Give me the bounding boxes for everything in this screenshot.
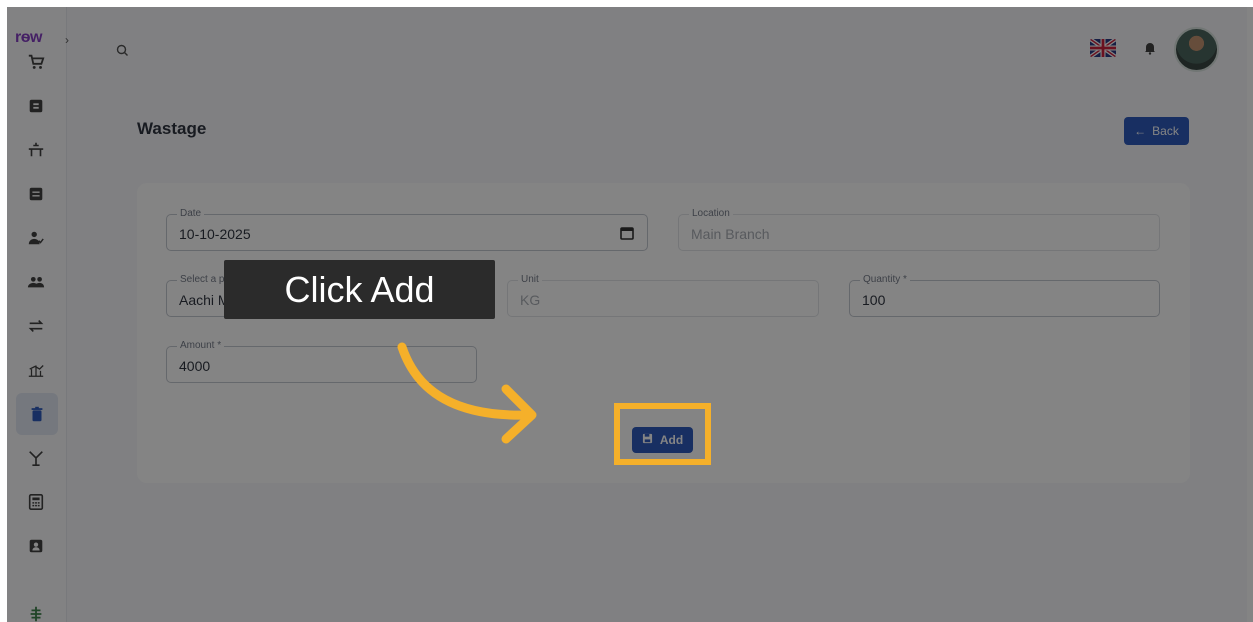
calculator-icon[interactable] <box>23 489 49 515</box>
sidebar: rѳw › <box>7 7 69 622</box>
reports-icon[interactable] <box>23 357 49 383</box>
date-value: 10-10-2025 <box>179 226 251 242</box>
add-button-label: Add <box>659 433 684 447</box>
amount-field[interactable]: Amount * 4000 <box>166 340 477 383</box>
location-field: Location Main Branch <box>678 208 1160 251</box>
calendar-icon[interactable] <box>619 225 635 241</box>
amount-value: 4000 <box>179 358 211 374</box>
inventory-icon[interactable] <box>23 181 49 207</box>
table-icon[interactable] <box>23 137 49 163</box>
save-icon <box>642 433 653 447</box>
unit-field: Unit KG <box>507 274 819 317</box>
cart-icon[interactable] <box>23 49 49 75</box>
search-icon[interactable] <box>115 43 131 59</box>
add-button[interactable]: Add <box>632 427 693 453</box>
user-avatar[interactable] <box>1174 27 1219 72</box>
back-button[interactable]: ← Back <box>1124 117 1189 145</box>
date-label: Date <box>177 208 205 220</box>
unit-label: Unit <box>518 274 542 286</box>
settings-icon[interactable] <box>23 601 49 622</box>
quantity-field[interactable]: Quantity * 100 <box>849 274 1160 317</box>
orders-icon[interactable] <box>23 93 49 119</box>
language-flag-icon[interactable] <box>1090 39 1116 57</box>
notification-bell-icon[interactable] <box>1143 41 1157 55</box>
page-title: Wastage <box>137 119 207 138</box>
location-value: Main Branch <box>691 226 770 242</box>
sidebar-expand-icon[interactable]: › <box>65 33 69 47</box>
amount-label: Amount * <box>177 340 225 352</box>
staff-icon[interactable] <box>23 225 49 251</box>
quantity-value: 100 <box>862 292 886 308</box>
promotions-icon[interactable] <box>23 445 49 471</box>
unit-value: KG <box>520 292 541 308</box>
quantity-label: Quantity * <box>860 274 910 286</box>
customers-icon[interactable] <box>23 269 49 295</box>
date-field[interactable]: Date 10-10-2025 <box>166 208 648 251</box>
app-window: rѳw › Wastage ← Back Date 10-10-2025 Loc… <box>7 7 1247 622</box>
wastage-icon[interactable] <box>16 393 58 435</box>
location-label: Location <box>689 208 733 220</box>
contacts-icon[interactable] <box>23 533 49 559</box>
app-logo: rѳw <box>15 29 42 46</box>
back-button-label: Back <box>1152 124 1179 138</box>
arrow-left-icon: ← <box>1134 124 1147 138</box>
transfer-icon[interactable] <box>23 313 49 339</box>
tutorial-tooltip: Click Add <box>224 260 495 319</box>
